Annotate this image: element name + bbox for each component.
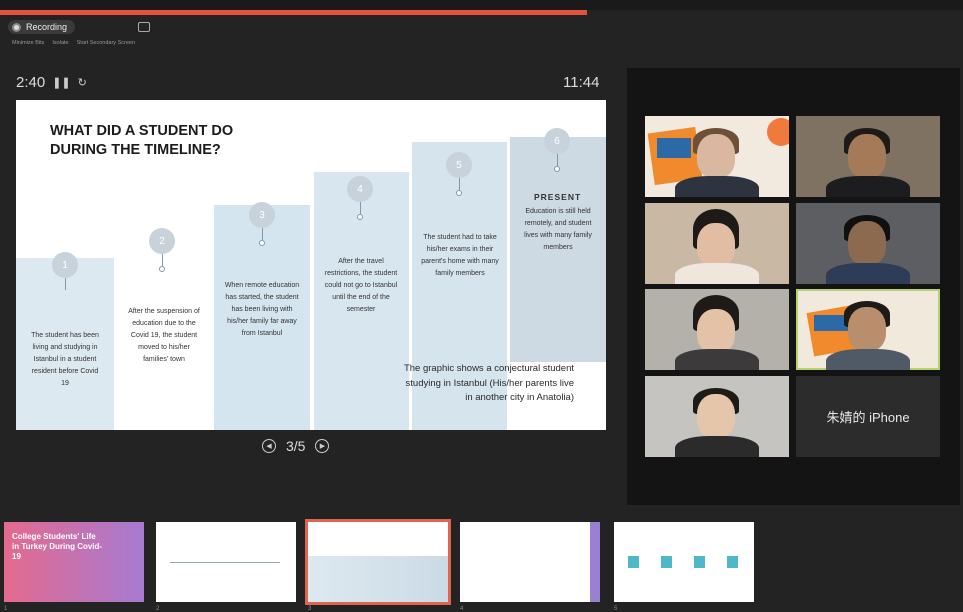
recording-label: Recording — [26, 22, 68, 32]
thumbnail-steps — [308, 556, 448, 602]
banner-graphic — [814, 315, 848, 331]
pause-icon[interactable]: ❚❚ — [52, 76, 70, 89]
slide-filmstrip: College Students' Life in Turkey During … — [0, 518, 963, 612]
slide-thumbnail-selected[interactable] — [305, 519, 451, 605]
participant-video[interactable] — [645, 116, 789, 197]
thumbnail-icons — [628, 556, 738, 568]
step-number-circle: 2 — [149, 228, 175, 254]
step-text: The student has been living and studying… — [31, 332, 99, 387]
thumbnail-title: College Students' Life in Turkey During … — [12, 532, 103, 561]
slide-title: WHAT DID A STUDENT DO DURING THE TIMELIN… — [50, 123, 234, 158]
avatar-face — [697, 309, 735, 353]
thumbnail-number: 4 — [460, 606, 464, 612]
step-number-circle: 4 — [347, 176, 373, 202]
banner-graphic — [657, 138, 691, 158]
step-connector — [459, 178, 460, 190]
thumbnail-number: 3 — [308, 606, 312, 612]
slideshow-progress-bar — [0, 10, 588, 15]
present-heading: PRESENT — [534, 192, 582, 202]
record-icon — [12, 22, 21, 32]
step-connector — [360, 202, 361, 214]
avatar-body — [675, 176, 759, 197]
avatar-body — [675, 349, 759, 370]
avatar-face — [848, 134, 886, 178]
slide-caption: The graphic shows a conjectural student … — [403, 363, 574, 403]
participant-video[interactable] — [796, 203, 940, 284]
avatar-body — [826, 349, 910, 370]
slide-thumbnail[interactable]: College Students' Life in Turkey During … — [4, 522, 144, 602]
avatar-body — [675, 263, 759, 284]
next-icon[interactable]: ▶ — [315, 439, 330, 453]
step-pin — [159, 266, 165, 272]
current-slide: WHAT DID A STUDENT DO DURING THE TIMELIN… — [16, 100, 606, 430]
recording-button[interactable]: Recording — [8, 20, 76, 34]
avatar-body — [675, 436, 759, 457]
top-bar — [0, 0, 963, 10]
current-time: 11:44 — [563, 74, 600, 91]
step-text: After the suspension of education due to… — [128, 308, 200, 363]
elapsed-timer: 2:40 ❚❚ ↻ — [16, 74, 87, 91]
banner-graphic — [767, 118, 789, 146]
avatar-body — [826, 176, 910, 197]
toolbar-label[interactable]: Start Secondary Screen — [77, 40, 135, 46]
toolbar-label[interactable]: Minimize Bits — [12, 40, 44, 46]
reset-icon[interactable]: ↻ — [78, 76, 87, 89]
window-icon[interactable] — [138, 22, 150, 32]
step-text: The student had to take his/her exams in… — [421, 234, 499, 277]
thumbnail-line — [170, 562, 280, 563]
toolbar-labels: Minimize Bits Isolate Start Secondary Sc… — [12, 40, 135, 46]
participant-video[interactable] — [645, 203, 789, 284]
step-text: After the travel restrictions, the stude… — [324, 258, 398, 313]
participant-video[interactable] — [645, 289, 789, 370]
elapsed-time: 2:40 — [16, 74, 46, 91]
avatar-face — [697, 134, 735, 178]
participant-video[interactable] — [645, 376, 789, 457]
step-pin — [456, 190, 462, 196]
avatar-face — [848, 307, 886, 351]
thumbnail-number: 1 — [4, 606, 8, 612]
participant-video[interactable] — [796, 116, 940, 197]
prev-icon[interactable]: ◀ — [262, 439, 276, 453]
avatar-face — [848, 221, 886, 265]
step-number-circle: 5 — [446, 152, 472, 178]
step-number-circle: 6 — [544, 128, 570, 154]
avatar-face — [697, 394, 735, 438]
toolbar-label[interactable]: Isolate — [52, 40, 68, 46]
step-pin — [554, 166, 560, 172]
step-text: When remote education has started, the s… — [224, 282, 300, 337]
step-connector — [557, 154, 558, 166]
slide-thumbnail[interactable] — [614, 522, 754, 602]
slide-pager: ◀ 3/5 ▶ — [262, 438, 330, 454]
participant-name-tile[interactable]: 朱婧的 iPhone — [796, 376, 940, 457]
avatar-body — [826, 263, 910, 284]
thumbnail-number: 2 — [156, 606, 160, 612]
step-pin — [259, 240, 265, 246]
step-number-circle: 3 — [249, 202, 275, 228]
slide-thumbnail[interactable] — [156, 522, 296, 602]
participant-gallery: 朱婧的 iPhone — [627, 68, 960, 505]
step-pin — [357, 214, 363, 220]
step-connector — [65, 278, 66, 290]
slide-counter: 3/5 — [286, 438, 306, 454]
slide-thumbnail[interactable] — [460, 522, 600, 602]
avatar-face — [697, 223, 735, 267]
participant-video-active[interactable] — [796, 289, 940, 370]
step-connector — [262, 228, 263, 240]
step-text: Education is still held remotely, and st… — [524, 208, 592, 251]
thumbnail-accent — [590, 522, 600, 602]
presenter-toolbar: Recording Minimize Bits Isolate Start Se… — [8, 20, 308, 52]
step-connector — [162, 254, 163, 266]
step-number-circle: 1 — [52, 252, 78, 278]
thumbnail-number: 5 — [614, 606, 618, 612]
participant-name: 朱婧的 iPhone — [826, 410, 910, 425]
